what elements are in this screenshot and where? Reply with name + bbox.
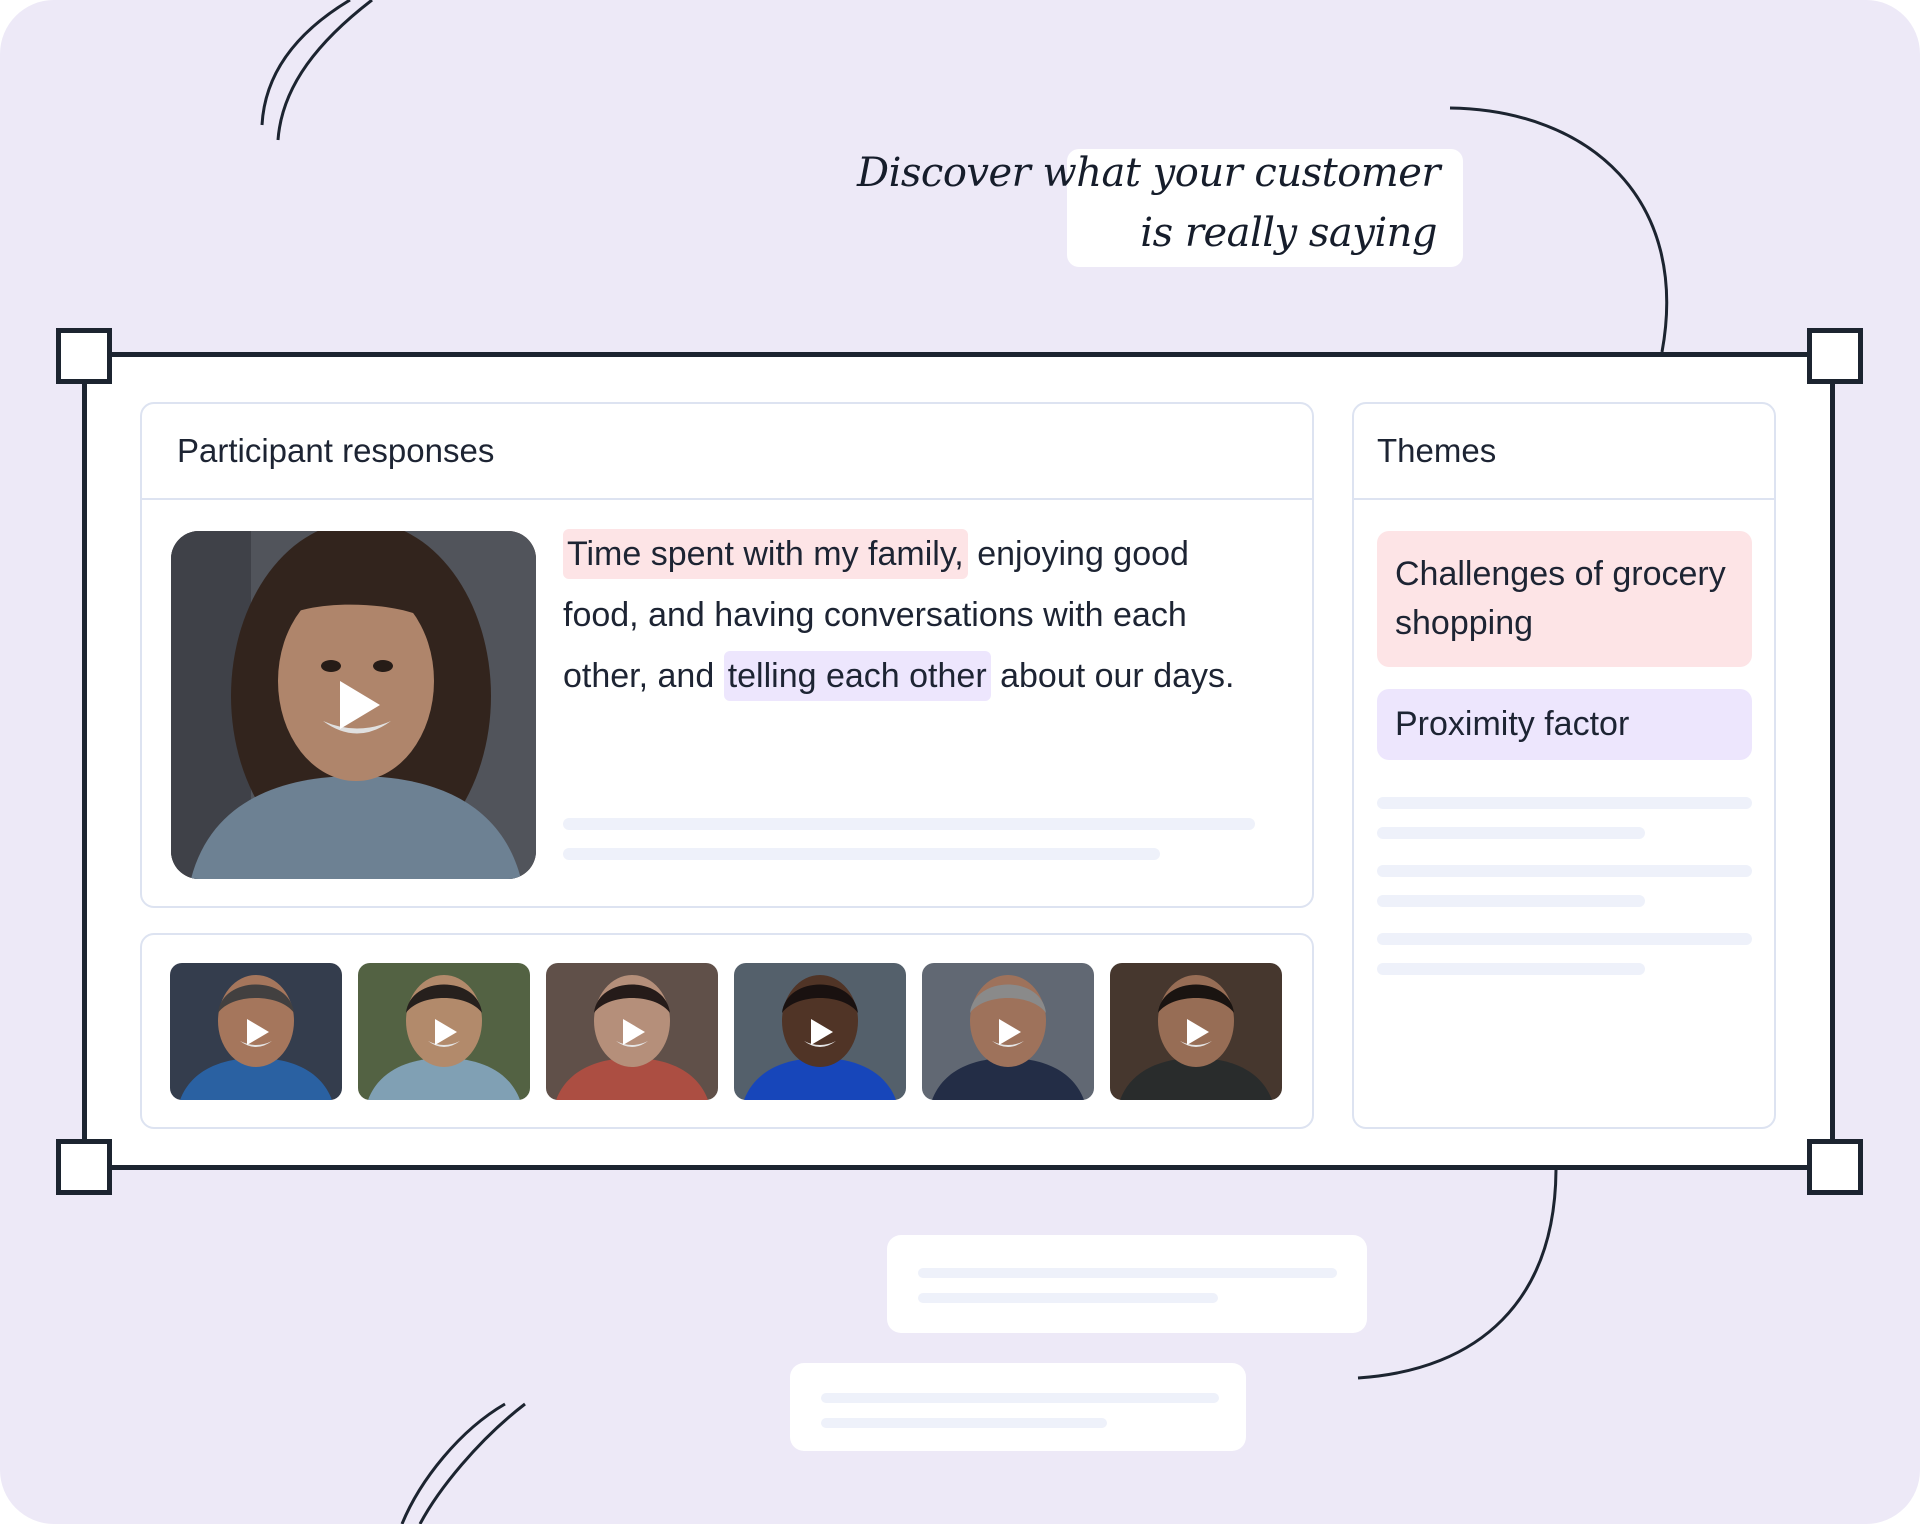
quote-text-3: about our days.: [990, 657, 1235, 695]
participant-thumbnail[interactable]: [358, 963, 530, 1100]
participant-thumbnails-card: [140, 933, 1314, 1129]
text-placeholder-line: [563, 818, 1255, 830]
play-icon[interactable]: [247, 1018, 269, 1045]
play-icon[interactable]: [1187, 1018, 1209, 1045]
participant-responses-card: Participant responses Time spent with my…: [140, 402, 1314, 908]
theme-placeholder-line: [1377, 827, 1645, 839]
card-header: Themes: [1354, 404, 1774, 500]
floating-placeholder-card: [790, 1363, 1246, 1451]
theme-chip-grocery[interactable]: Challenges of grocery shopping: [1377, 531, 1752, 667]
tagline-line-1: Discover what your customer: [857, 150, 1440, 196]
selection-frame: Participant responses Time spent with my…: [82, 352, 1835, 1170]
participant-thumbnail[interactable]: [546, 963, 718, 1100]
highlight-theme-1[interactable]: Time spent with my family,: [563, 529, 968, 579]
response-quote: Time spent with my family, enjoying good…: [563, 524, 1263, 707]
placeholder-line: [918, 1293, 1218, 1303]
theme-chip-proximity[interactable]: Proximity factor: [1377, 689, 1752, 760]
placeholder-line: [821, 1393, 1219, 1403]
play-icon[interactable]: [339, 681, 380, 729]
theme-placeholder-line: [1377, 865, 1752, 877]
play-icon[interactable]: [435, 1018, 457, 1045]
themes-card: Themes Challenges of grocery shopping Pr…: [1352, 402, 1776, 1129]
play-icon[interactable]: [811, 1018, 833, 1045]
placeholder-line: [918, 1268, 1337, 1278]
theme-placeholder-line: [1377, 895, 1645, 907]
tagline-line-2: is really saying: [1140, 210, 1437, 256]
floating-placeholder-card: [887, 1235, 1367, 1333]
play-icon[interactable]: [623, 1018, 645, 1045]
resize-handle-top-right[interactable]: [1807, 328, 1863, 384]
theme-placeholder-line: [1377, 797, 1752, 809]
card-header: Participant responses: [142, 404, 1312, 500]
illustration-canvas: Discover what your customer is really sa…: [0, 0, 1920, 1524]
themes-title: Themes: [1377, 432, 1497, 469]
resize-handle-bottom-right[interactable]: [1807, 1139, 1863, 1195]
participant-responses-title: Participant responses: [177, 432, 495, 469]
highlight-theme-2[interactable]: telling each other: [723, 651, 991, 701]
featured-video[interactable]: [171, 531, 536, 879]
theme-placeholder-line: [1377, 933, 1752, 945]
text-placeholder-line: [563, 848, 1160, 860]
participant-thumbnail[interactable]: [734, 963, 906, 1100]
participant-thumbnail[interactable]: [170, 963, 342, 1100]
play-icon[interactable]: [999, 1018, 1021, 1045]
resize-handle-top-left[interactable]: [56, 328, 112, 384]
theme-placeholder-line: [1377, 963, 1645, 975]
placeholder-line: [821, 1418, 1107, 1428]
participant-thumbnail[interactable]: [1110, 963, 1282, 1100]
resize-handle-bottom-left[interactable]: [56, 1139, 112, 1195]
participant-thumbnail[interactable]: [922, 963, 1094, 1100]
